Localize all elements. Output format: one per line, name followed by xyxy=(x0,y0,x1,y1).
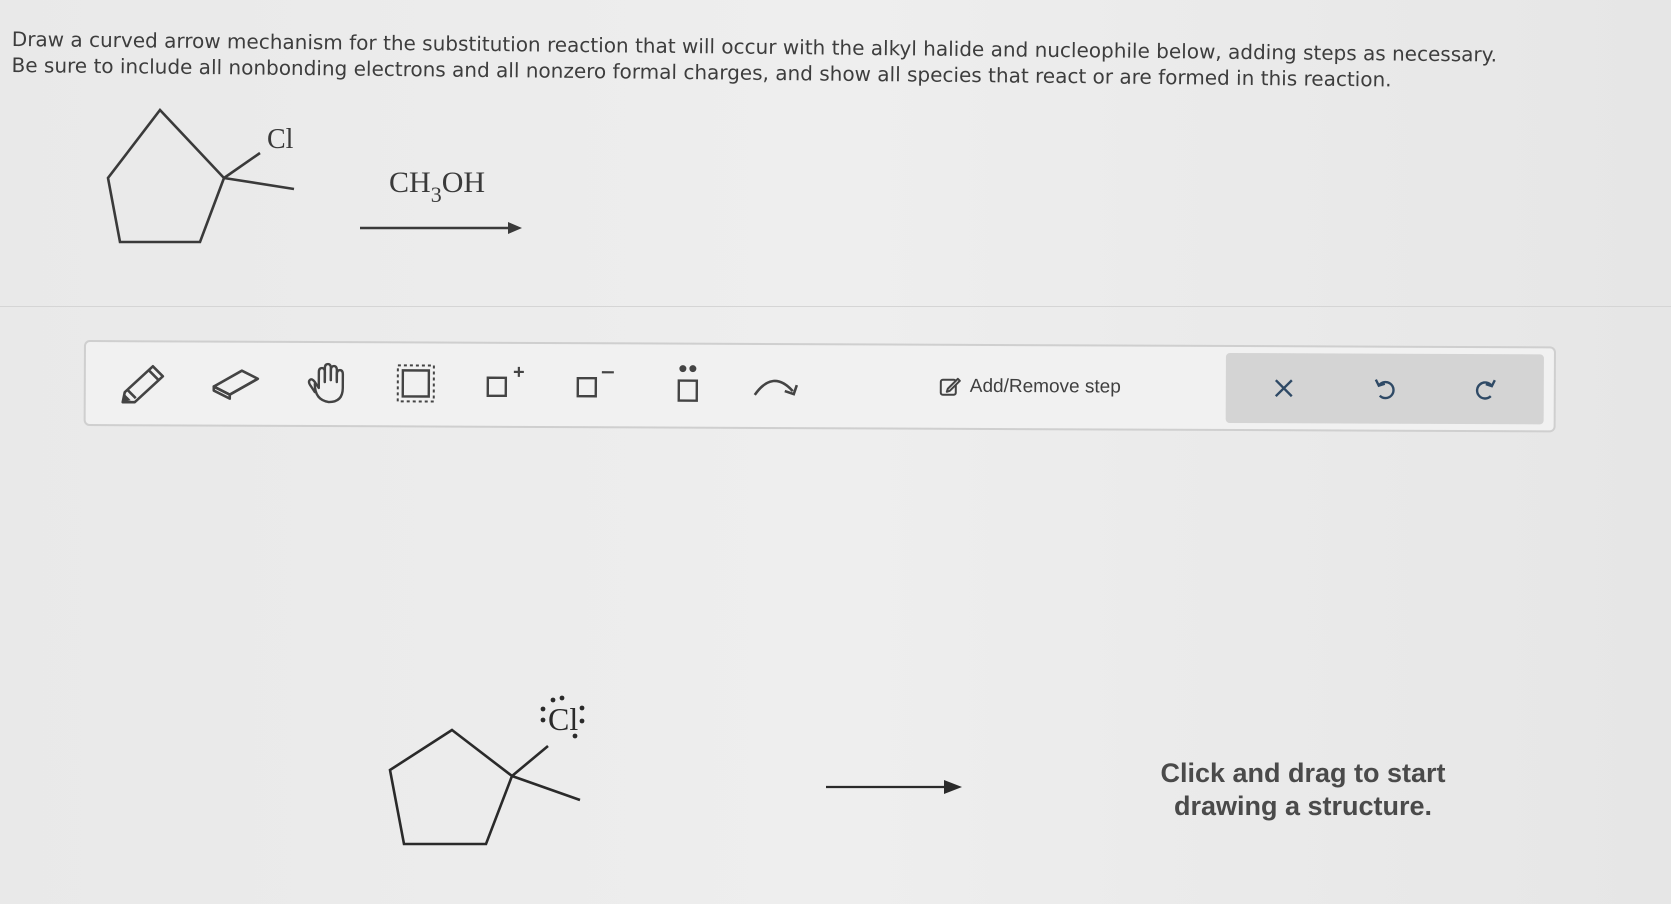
drawing-canvas[interactable]: Cl xyxy=(0,440,1671,904)
chlorine-atom-label: Cl xyxy=(548,701,578,737)
reagent-tail: OH xyxy=(442,166,485,199)
problem-scheme: Cl CH3OH xyxy=(106,107,522,244)
negative-charge-icon[interactable] xyxy=(566,358,626,410)
reagent-main: CH xyxy=(389,166,431,199)
reagent-label: CH3OH xyxy=(389,166,485,207)
lone-pair-icon[interactable] xyxy=(658,359,718,411)
close-icon[interactable] xyxy=(1252,363,1316,413)
select-icon[interactable] xyxy=(386,357,446,409)
chlorine-label: Cl xyxy=(267,124,294,155)
hint-line-2: drawing a structure. xyxy=(1173,791,1433,821)
chlorine-atom[interactable]: Cl xyxy=(540,695,585,739)
canvas-reaction-arrow xyxy=(826,780,962,794)
edit-icon xyxy=(939,377,961,396)
action-group xyxy=(1225,352,1544,425)
reagent-subscript: 3 xyxy=(431,182,442,207)
page: Draw a curved arrow mechanism for the su… xyxy=(0,0,1671,904)
canvas-hint: Click and drag to start drawing a struct… xyxy=(1118,757,1488,823)
add-remove-step-label: Add/Remove step xyxy=(969,375,1121,398)
drawing-toolbar: Add/Remove step xyxy=(83,340,1556,433)
undo-icon[interactable] xyxy=(1353,364,1417,414)
drawn-cyclopentane xyxy=(388,728,581,846)
canvas-structures: Cl xyxy=(388,695,962,846)
eraser-icon[interactable] xyxy=(206,357,266,409)
positive-charge-icon[interactable] xyxy=(476,358,536,410)
reaction-arrow xyxy=(360,222,522,234)
redo-icon[interactable] xyxy=(1454,364,1518,414)
hand-icon[interactable] xyxy=(298,357,358,409)
divider xyxy=(0,306,1671,307)
pencil-icon[interactable] xyxy=(112,356,172,408)
hint-line-1: Click and drag to start xyxy=(1160,758,1446,788)
add-remove-step-button[interactable]: Add/Remove step xyxy=(938,370,1121,405)
curved-arrow-icon[interactable] xyxy=(746,359,806,411)
